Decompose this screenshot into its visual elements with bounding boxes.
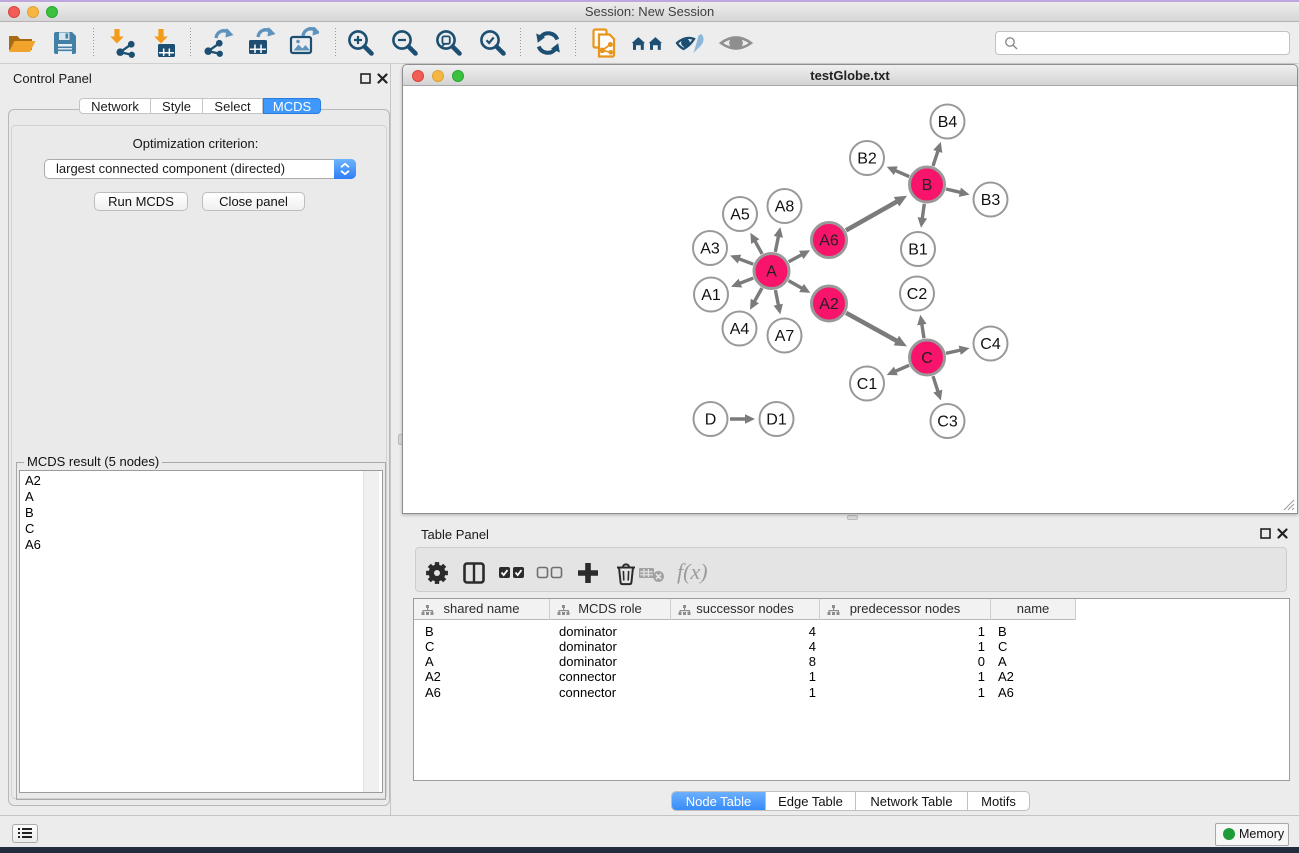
- svg-text:A7: A7: [775, 328, 795, 345]
- svg-text:B3: B3: [981, 192, 1001, 209]
- svg-text:B2: B2: [857, 151, 877, 168]
- svg-text:D1: D1: [766, 412, 787, 429]
- svg-text:A: A: [766, 264, 777, 281]
- svg-text:C2: C2: [907, 286, 928, 303]
- svg-text:B: B: [922, 177, 933, 194]
- svg-text:B4: B4: [938, 114, 958, 131]
- svg-text:D: D: [705, 412, 717, 429]
- svg-text:B1: B1: [908, 242, 928, 259]
- svg-text:C1: C1: [857, 376, 878, 393]
- svg-text:C4: C4: [980, 336, 1001, 353]
- svg-text:C: C: [921, 350, 933, 367]
- svg-text:C3: C3: [937, 414, 958, 431]
- svg-text:A6: A6: [819, 233, 839, 250]
- svg-text:A1: A1: [701, 287, 721, 304]
- svg-text:A3: A3: [700, 241, 720, 258]
- svg-text:A2: A2: [819, 296, 839, 313]
- svg-text:A4: A4: [730, 321, 750, 338]
- svg-text:A5: A5: [730, 207, 750, 224]
- svg-text:A8: A8: [775, 199, 795, 216]
